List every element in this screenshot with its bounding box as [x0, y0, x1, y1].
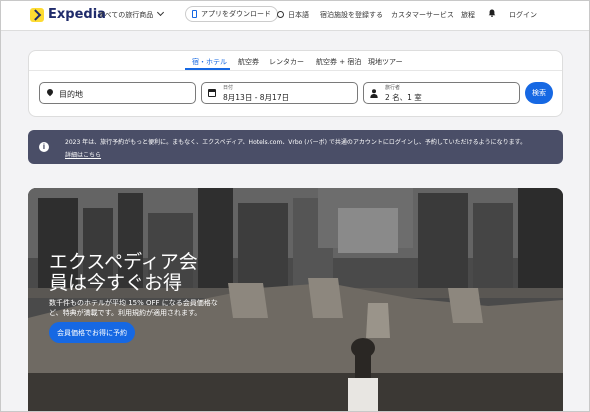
- hero-title-line1: エクスペディア会: [49, 251, 198, 273]
- search-card: 宿・ホテル 航空券 レンタカー 航空券 + 宿泊 現地ツアー 目的地 日付 8月…: [28, 50, 563, 117]
- banner-details-link[interactable]: 詳細はこちら: [65, 150, 101, 159]
- dates-value: 8月13日 - 8月17日: [223, 93, 290, 102]
- travelers-label: 旅行者: [385, 85, 401, 91]
- tab-activities[interactable]: 現地ツアー: [368, 57, 403, 67]
- bell-icon[interactable]: [488, 9, 496, 17]
- tab-divider: [29, 70, 562, 71]
- all-travel-label: すべての旅行商品: [98, 11, 154, 19]
- register-property-link[interactable]: 宿泊施設を登録する: [320, 10, 383, 20]
- person-icon: [370, 89, 378, 98]
- hero-title: エクスペディア会 員は今すぐお得: [49, 252, 198, 294]
- trips-link[interactable]: 旅程: [461, 10, 475, 20]
- hero-title-line2: 員は今すぐお得: [49, 272, 183, 294]
- globe-icon: [277, 11, 284, 18]
- dates-label: 日付: [223, 85, 234, 91]
- expedia-logo-icon: [30, 7, 44, 22]
- login-link[interactable]: ログイン: [509, 10, 537, 20]
- info-icon: i: [39, 142, 49, 152]
- hero-subtitle: 数千件ものホテルが平均 15% OFF になる会員価格など、特典が満載です。利用…: [49, 299, 218, 317]
- member-price-button[interactable]: 会員価格でお得に予約: [49, 322, 135, 343]
- info-banner: i 2023 年は、旅行予約がもっと便利に。まもなく、エクスペディア、Hotel…: [28, 130, 563, 164]
- search-button[interactable]: 検索: [525, 82, 553, 104]
- top-header: Expedia すべての旅行商品 アプリをダウンロード 日本語 宿泊施設を登録す…: [0, 0, 590, 31]
- tab-flights[interactable]: 航空券: [238, 57, 259, 67]
- phone-icon: [192, 10, 197, 18]
- destination-placeholder: 目的地: [59, 90, 83, 99]
- banner-text: 2023 年は、旅行予約がもっと便利に。まもなく、エクスペディア、Hotels.…: [65, 139, 527, 146]
- language-label: 日本語: [288, 11, 309, 19]
- chevron-down-icon: [157, 8, 165, 17]
- tab-hotels[interactable]: 宿・ホテル: [192, 57, 227, 67]
- app-download-button[interactable]: アプリをダウンロード: [185, 6, 278, 22]
- dates-field[interactable]: 日付 8月13日 - 8月17日: [201, 82, 358, 104]
- location-pin-icon: [45, 87, 55, 97]
- travelers-value: 2 名、1 室: [385, 93, 422, 102]
- hero-image: エクスペディア会 員は今すぐお得 数千件ものホテルが平均 15% OFF になる…: [28, 188, 563, 412]
- calendar-icon: [208, 89, 216, 97]
- destination-field[interactable]: 目的地: [39, 82, 196, 104]
- tab-flight-hotel[interactable]: 航空券 + 宿泊: [316, 57, 361, 67]
- travelers-field[interactable]: 旅行者 2 名、1 室: [363, 82, 520, 104]
- expedia-logo[interactable]: Expedia: [30, 7, 106, 22]
- customer-service-link[interactable]: カスタマーサービス: [391, 10, 454, 20]
- app-download-label: アプリをダウンロード: [201, 10, 271, 18]
- language-selector[interactable]: 日本語: [277, 10, 309, 20]
- tab-car-rental[interactable]: レンタカー: [269, 57, 304, 67]
- all-travel-menu[interactable]: すべての旅行商品: [98, 8, 165, 20]
- product-tabs: 宿・ホテル 航空券 レンタカー 航空券 + 宿泊 現地ツアー: [29, 57, 562, 71]
